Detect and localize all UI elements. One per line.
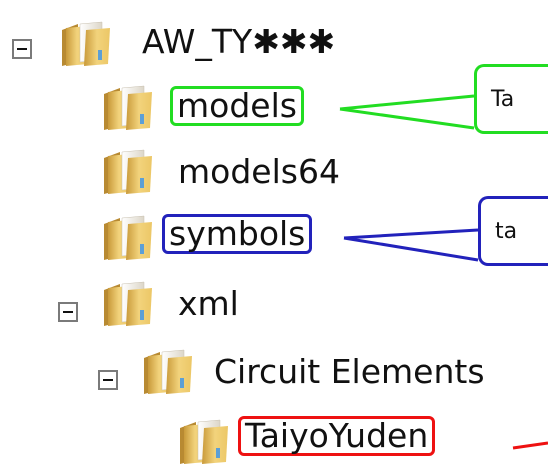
folder-icon bbox=[140, 348, 194, 396]
folder-icon bbox=[100, 280, 154, 328]
symbols-callout-text: ta bbox=[495, 219, 518, 244]
tree-node-label: models64 bbox=[178, 152, 340, 191]
folder-icon bbox=[176, 418, 230, 466]
tree-node-root[interactable]: AW_TY✱✱✱ bbox=[0, 14, 548, 70]
collapse-toggle-icon[interactable] bbox=[12, 39, 32, 59]
folder-icon bbox=[100, 148, 154, 196]
tree-node-models[interactable]: models bbox=[0, 80, 480, 136]
tree-node-label: xml bbox=[178, 284, 239, 323]
tree-node-taiyoyuden[interactable]: TaiyoYuden bbox=[0, 414, 548, 470]
collapse-toggle-icon[interactable] bbox=[58, 302, 78, 322]
symbols-callout: ta bbox=[478, 196, 548, 266]
models-callout-text: Ta bbox=[491, 87, 515, 112]
tree-node-label: models bbox=[170, 86, 304, 126]
tree-node-label: symbols bbox=[162, 214, 313, 254]
tree-node-models64[interactable]: models64 bbox=[0, 144, 548, 200]
models-callout: Ta bbox=[474, 64, 548, 134]
tree-node-xml[interactable]: xml bbox=[0, 276, 548, 332]
folder-icon bbox=[100, 84, 154, 132]
tree-node-circuit-elements[interactable]: Circuit Elements bbox=[0, 344, 548, 400]
tree-node-label: Circuit Elements bbox=[214, 352, 485, 391]
tree-node-symbols[interactable]: symbols bbox=[0, 210, 480, 266]
collapse-toggle-icon[interactable] bbox=[98, 370, 118, 390]
tree-node-label: AW_TY✱✱✱ bbox=[142, 22, 336, 61]
tree-node-label: TaiyoYuden bbox=[238, 416, 436, 456]
folder-icon bbox=[100, 214, 154, 262]
folder-icon bbox=[58, 20, 112, 68]
